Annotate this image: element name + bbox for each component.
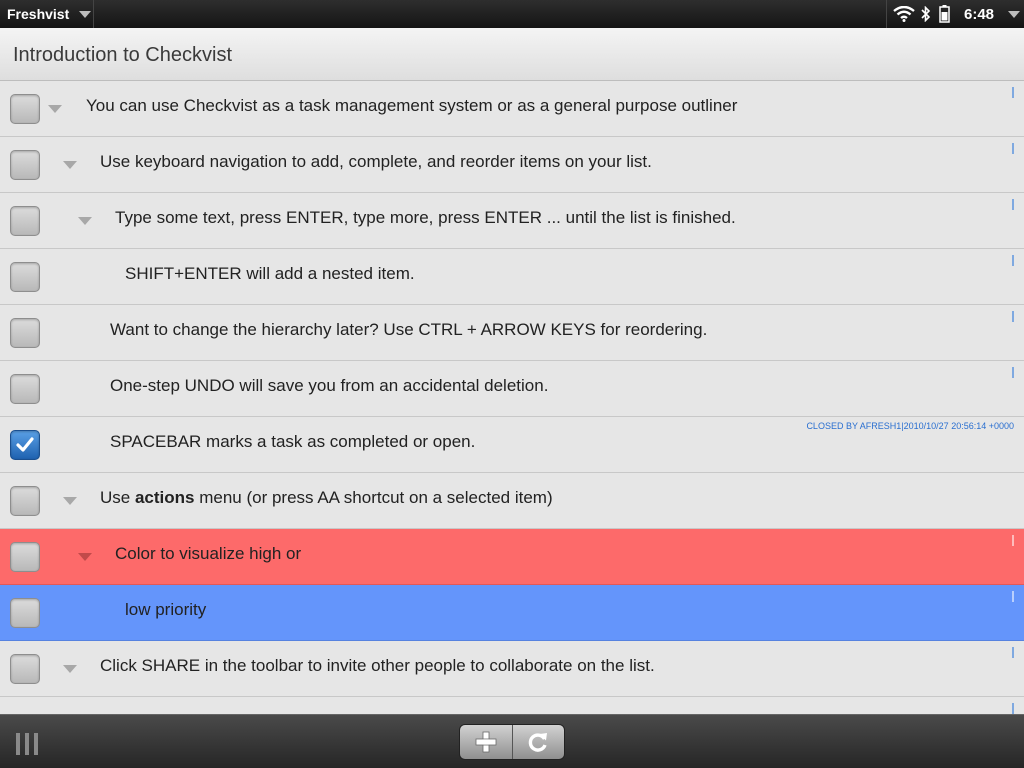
item-text[interactable]: Color to visualize high or (115, 544, 301, 564)
expand-arrow-icon[interactable] (63, 497, 77, 505)
item-text[interactable]: Use actions menu (or press AA shortcut o… (100, 488, 553, 508)
item-text[interactable]: low priority (125, 600, 206, 620)
edge-marker (1012, 255, 1014, 266)
list-item[interactable]: You can use Checkvist as a task manageme… (0, 81, 1024, 137)
task-checkbox[interactable] (10, 542, 40, 572)
expand-arrow-icon[interactable] (78, 217, 92, 225)
edge-marker (1012, 87, 1014, 98)
bluetooth-icon (921, 6, 931, 22)
plus-icon (475, 731, 497, 753)
edge-marker (1012, 311, 1014, 322)
list-item-partial[interactable] (0, 697, 1024, 714)
task-checkbox[interactable] (10, 374, 40, 404)
edge-marker (1012, 199, 1014, 210)
item-text-part: menu (or press AA shortcut on a selected… (194, 488, 553, 507)
item-text[interactable]: You can use Checkvist as a task manageme… (86, 96, 737, 116)
app-name: Freshvist (7, 6, 70, 22)
page-title: Introduction to Checkvist (13, 44, 232, 66)
edge-marker (1012, 703, 1014, 714)
task-checkbox[interactable] (10, 94, 40, 124)
clock: 6:48 (964, 5, 995, 23)
expand-arrow-icon[interactable] (48, 105, 62, 113)
list-item-high-priority[interactable]: Color to visualize high or (0, 529, 1024, 585)
edge-marker (1012, 535, 1014, 546)
expand-arrow-icon[interactable] (63, 161, 77, 169)
item-text[interactable]: Click SHARE in the toolbar to invite oth… (100, 656, 655, 676)
list-item[interactable]: Use actions menu (or press AA shortcut o… (0, 473, 1024, 529)
refresh-button[interactable] (511, 725, 564, 759)
bottom-toolbar (0, 714, 1024, 768)
add-item-button[interactable] (460, 725, 512, 759)
task-checkbox[interactable] (10, 486, 40, 516)
item-text[interactable]: Want to change the hierarchy later? Use … (110, 320, 707, 340)
system-tray[interactable]: 6:48 (886, 0, 1024, 28)
toolbar-button-group (459, 724, 565, 760)
title-bar: Introduction to Checkvist (0, 28, 1024, 81)
list-item[interactable]: Type some text, press ENTER, type more, … (0, 193, 1024, 249)
edge-marker (1012, 367, 1014, 378)
task-checkbox[interactable] (10, 318, 40, 348)
task-checkbox[interactable] (10, 262, 40, 292)
item-text[interactable]: Type some text, press ENTER, type more, … (115, 208, 736, 228)
edge-marker (1012, 591, 1014, 602)
chevron-down-icon (79, 10, 92, 18)
task-checkbox[interactable] (10, 206, 40, 236)
list-item-low-priority[interactable]: low priority (0, 585, 1024, 641)
list-item[interactable]: SPACEBAR marks a task as completed or op… (0, 417, 1024, 473)
item-text[interactable]: SPACEBAR marks a task as completed or op… (110, 432, 475, 452)
item-text[interactable]: One-step UNDO will save you from an acci… (110, 376, 548, 396)
chevron-down-icon (1008, 10, 1021, 18)
menu-grip-icon[interactable] (16, 733, 38, 755)
app-menu[interactable]: Freshvist (0, 0, 94, 28)
battery-icon (939, 5, 950, 23)
task-checkbox-checked[interactable] (10, 430, 40, 460)
task-checkbox[interactable] (10, 598, 40, 628)
expand-arrow-icon[interactable] (78, 553, 92, 561)
list-item[interactable]: Click SHARE in the toolbar to invite oth… (0, 641, 1024, 697)
item-text-part: Use (100, 488, 135, 507)
wifi-icon (893, 6, 915, 22)
item-text-bold: actions (134, 488, 195, 507)
item-text[interactable]: SHIFT+ENTER will add a nested item. (125, 264, 415, 284)
list-item[interactable]: Want to change the hierarchy later? Use … (0, 305, 1024, 361)
task-list: You can use Checkvist as a task manageme… (0, 81, 1024, 714)
edge-marker (1012, 143, 1014, 154)
expand-arrow-icon[interactable] (63, 665, 77, 673)
item-text[interactable]: Use keyboard navigation to add, complete… (100, 152, 652, 172)
refresh-icon (528, 733, 548, 752)
checkmark-icon (16, 437, 34, 452)
list-item[interactable]: SHIFT+ENTER will add a nested item. (0, 249, 1024, 305)
task-checkbox[interactable] (10, 654, 40, 684)
list-item[interactable]: One-step UNDO will save you from an acci… (0, 361, 1024, 417)
list-item[interactable]: Use keyboard navigation to add, complete… (0, 137, 1024, 193)
status-bar: Freshvist 6:48 (0, 0, 1024, 28)
task-checkbox[interactable] (10, 150, 40, 180)
closed-status-note: CLOSED BY AFRESH1|2010/10/27 20:56:14 +0… (806, 421, 1014, 431)
edge-marker (1012, 647, 1014, 658)
